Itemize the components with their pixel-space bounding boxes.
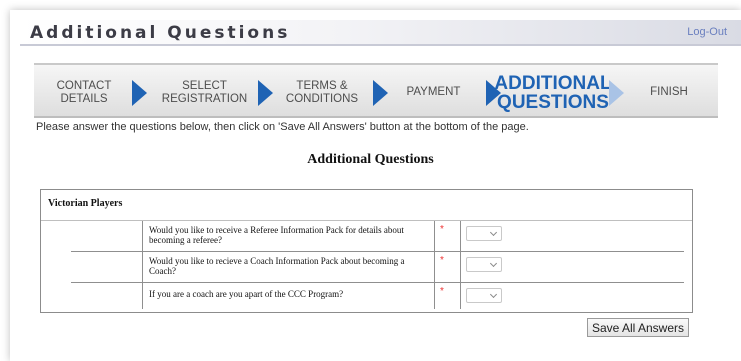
question-row: Would you like to receive a Referee Info… (71, 221, 684, 252)
step-label-line1: PAYMENT (406, 86, 461, 98)
step-label-line1: ADDITIONAL (494, 72, 612, 94)
step-contact-details: CONTACT DETAILS (44, 65, 124, 120)
required-marker: * (435, 252, 461, 282)
logout-link[interactable]: Log-Out (687, 26, 727, 38)
step-label-line2: QUESTIONS (497, 91, 609, 113)
question-text: Would you like to recieve a Coach Inform… (142, 252, 435, 282)
answer-select[interactable] (466, 288, 502, 303)
group-label: Victorian Players (48, 198, 123, 209)
step-payment: PAYMENT (396, 65, 471, 120)
save-all-answers-button[interactable]: Save All Answers (587, 318, 689, 337)
step-label-line2: CONDITIONS (285, 92, 359, 105)
header-bar: Additional Questions Log-Out (20, 20, 741, 46)
step-arrow-icon (132, 80, 147, 106)
step-select-registration: SELECT REGISTRATION (157, 65, 252, 120)
step-finish: FINISH (634, 65, 704, 120)
required-marker: * (435, 221, 461, 251)
question-text: Would you like to receive a Referee Info… (142, 221, 435, 251)
chevron-down-icon (489, 259, 498, 268)
step-label-line1: TERMS & (296, 79, 348, 92)
required-marker: * (435, 283, 461, 309)
chevron-down-icon (489, 228, 498, 237)
step-terms-conditions: TERMS & CONDITIONS (277, 65, 367, 120)
progress-steps: CONTACT DETAILS SELECT REGISTRATION TERMS … (34, 63, 718, 118)
answer-select[interactable] (466, 257, 502, 272)
question-text: If you are a coach are you apart of the … (142, 283, 435, 309)
questions-box: Victorian Players Would you like to rece… (40, 189, 693, 313)
answer-select[interactable] (466, 226, 502, 241)
step-arrow-icon (258, 80, 273, 106)
step-arrow-outline-icon (609, 80, 624, 106)
step-label-line1: CONTACT (56, 79, 112, 92)
chevron-down-icon (489, 290, 498, 299)
step-label-line1: FINISH (650, 86, 688, 98)
question-row: If you are a coach are you apart of the … (71, 283, 684, 309)
instructions-text: Please answer the questions below, then … (36, 121, 529, 133)
step-label-line2: REGISTRATION (161, 92, 248, 105)
page-title: Additional Questions (30, 23, 291, 43)
section-title: Additional Questions (307, 152, 434, 167)
step-label-line1: SELECT (182, 79, 227, 92)
step-arrow-icon (373, 80, 388, 106)
step-label-line2: DETAILS (60, 92, 108, 105)
step-additional-questions: ADDITIONAL QUESTIONS (494, 65, 611, 120)
question-row: Would you like to recieve a Coach Inform… (71, 252, 684, 283)
